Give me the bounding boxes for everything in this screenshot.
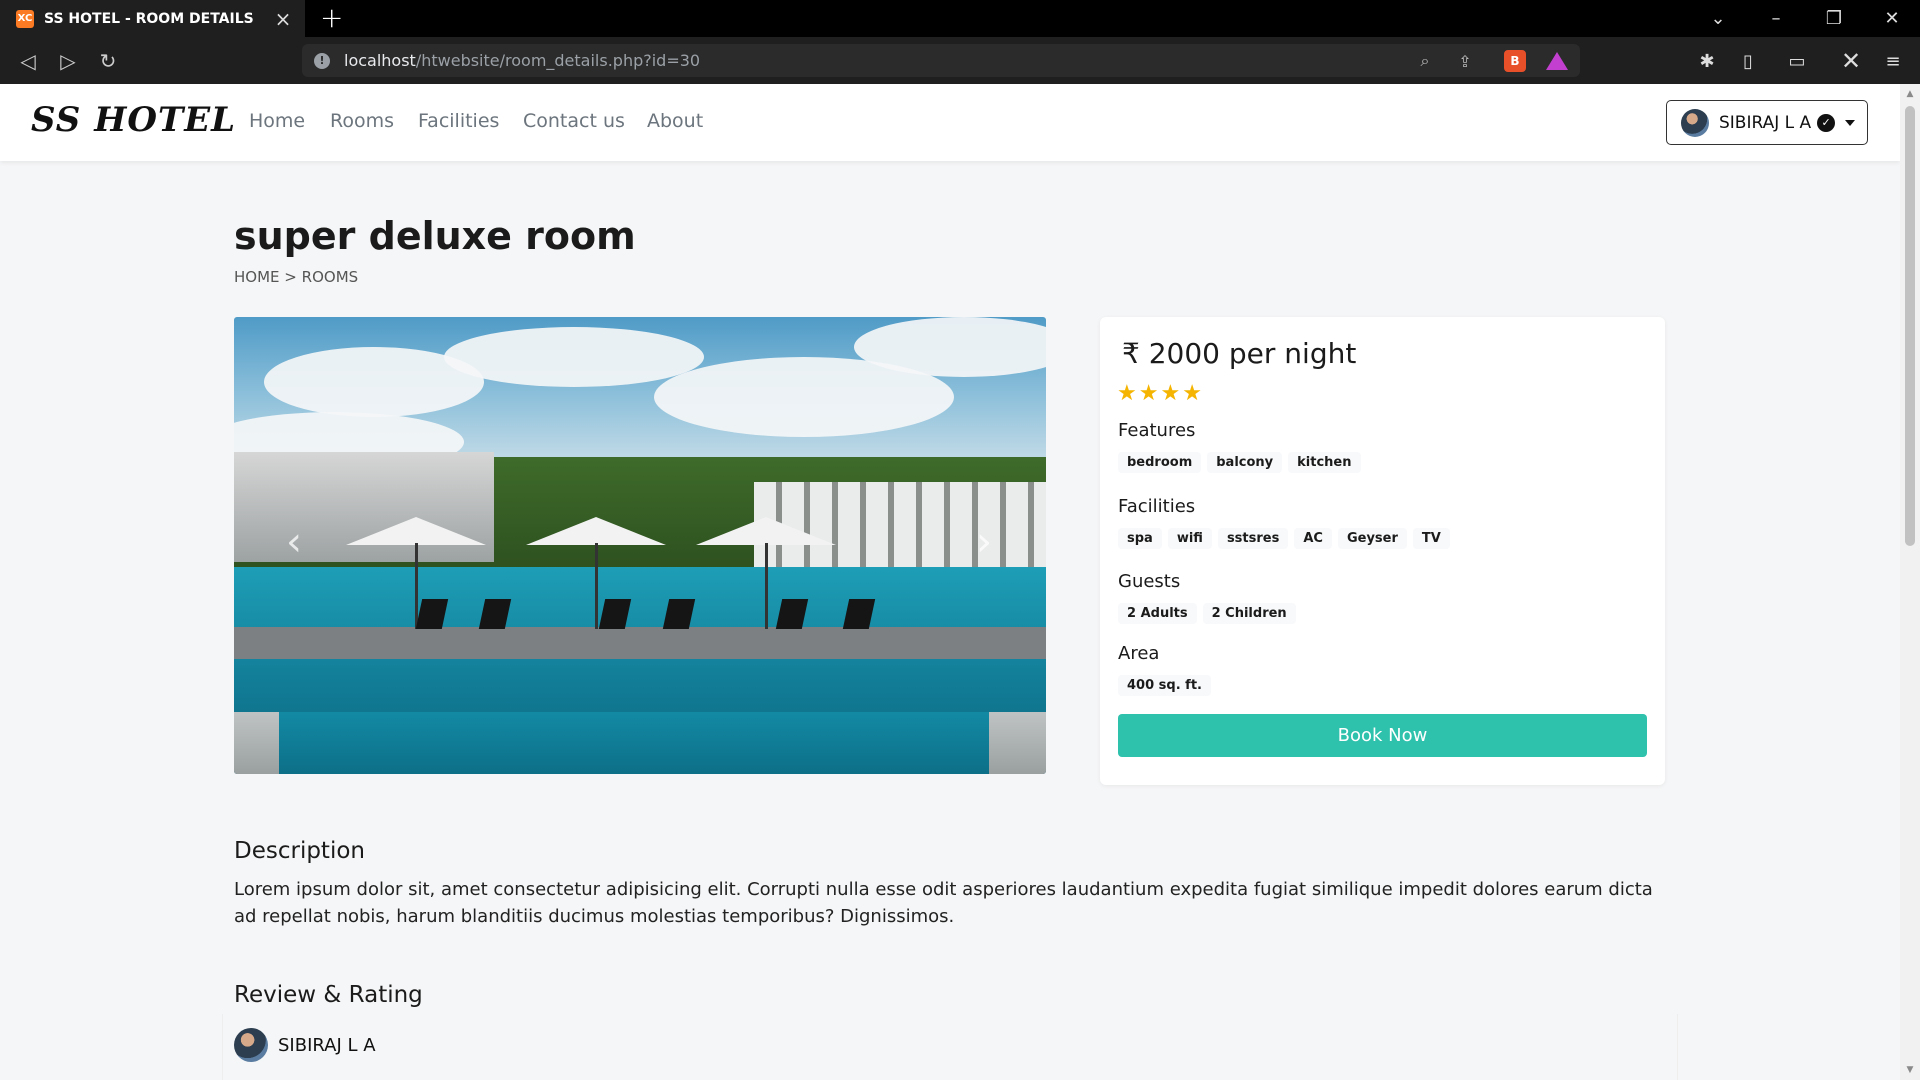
area-list: 400 sq. ft. xyxy=(1118,675,1211,696)
address-bar[interactable]: ! localhost/htwebsite/room_details.php?i… xyxy=(302,44,1580,77)
rating-stars: ★★★★ xyxy=(1117,381,1204,406)
feature-badge: kitchen xyxy=(1288,452,1361,473)
umbrella-shape xyxy=(696,517,836,545)
feature-badge: balcony xyxy=(1207,452,1283,473)
url-text[interactable]: localhost/htwebsite/room_details.php?id=… xyxy=(344,51,700,70)
rupee-icon: ₹ xyxy=(1122,337,1140,370)
custom-extension-icon[interactable]: ✕ xyxy=(1838,47,1864,75)
tab-search-icon[interactable]: ⌄ xyxy=(1690,0,1746,37)
facility-badge: spa xyxy=(1118,528,1162,549)
reload-icon[interactable]: ↻ xyxy=(94,47,122,75)
sidebar-icon[interactable]: ▯ xyxy=(1735,48,1761,74)
nav-facilities[interactable]: Facilities xyxy=(418,110,499,132)
restore-icon[interactable]: ❐ xyxy=(1806,0,1862,37)
forward-icon[interactable]: ▷ xyxy=(54,47,82,75)
area-badge: 400 sq. ft. xyxy=(1118,675,1211,696)
avatar xyxy=(1681,108,1709,137)
facility-badge: TV xyxy=(1412,528,1450,549)
star-icon: ★ xyxy=(1138,381,1161,406)
umbrella-shape xyxy=(346,517,486,545)
room-price: ₹ 2000 per night xyxy=(1122,337,1356,370)
guests-list: 2 Adults 2 Children xyxy=(1118,603,1296,624)
xampp-favicon-icon: XC xyxy=(16,9,34,28)
description-title: Description xyxy=(234,838,365,864)
breadcrumb: HOME > ROOMS xyxy=(234,268,358,286)
reviewer-name: SIBIRAJ L A xyxy=(278,1034,376,1056)
umbrella-shape xyxy=(526,517,666,545)
brave-shield-icon[interactable]: B xyxy=(1504,50,1526,72)
scroll-down-icon[interactable]: ▼ xyxy=(1904,1064,1916,1076)
info-icon[interactable]: ! xyxy=(314,53,330,69)
chevron-down-icon xyxy=(1845,119,1856,126)
brave-rewards-icon[interactable] xyxy=(1546,52,1568,70)
share-icon[interactable]: ⇪ xyxy=(1454,50,1476,72)
page-title: super deluxe room xyxy=(234,214,636,258)
user-dropdown-button[interactable]: SIBIRAJ L A ✓ xyxy=(1666,100,1868,145)
browser-tab-strip: XC SS HOTEL - ROOM DETAILS × + ⌄ – ❐ ✕ xyxy=(0,0,1920,37)
description-text: Lorem ipsum dolor sit, amet consectetur … xyxy=(234,879,1653,927)
carousel-next-icon[interactable]: › xyxy=(964,517,1004,567)
guest-badge: 2 Adults xyxy=(1118,603,1197,624)
review-card xyxy=(222,1014,1678,1080)
extensions-icon[interactable]: ✱ xyxy=(1694,48,1720,74)
room-info-card: ₹ 2000 per night ★★★★ Features bedroom b… xyxy=(1100,317,1665,785)
building-shape xyxy=(234,452,494,562)
site-navbar: SS HOTEL Home Rooms Facilities Contact u… xyxy=(0,84,1900,161)
umbrella-pole xyxy=(595,543,598,629)
features-label: Features xyxy=(1118,420,1196,441)
price-text: 2000 per night xyxy=(1148,337,1357,370)
site-brand[interactable]: SS HOTEL xyxy=(31,100,236,140)
deck-shape xyxy=(234,627,1046,659)
tab-title: SS HOTEL - ROOM DETAILS xyxy=(44,10,254,27)
verified-icon: ✓ xyxy=(1817,113,1836,132)
nav-contact[interactable]: Contact us xyxy=(523,110,625,132)
wallet-icon[interactable]: ▭ xyxy=(1784,48,1810,74)
user-name: SIBIRAJ L A xyxy=(1719,112,1812,133)
feature-badge: bedroom xyxy=(1118,452,1202,473)
facility-badge: Geyser xyxy=(1337,528,1407,549)
url-host: localhost xyxy=(344,51,416,70)
umbrella-pole xyxy=(765,543,768,629)
room-image-carousel[interactable]: ‹ › xyxy=(234,317,1046,774)
facilities-label: Facilities xyxy=(1118,496,1196,517)
page-viewport: SS HOTEL Home Rooms Facilities Contact u… xyxy=(0,84,1900,1080)
breadcrumb-rooms[interactable]: ROOMS xyxy=(302,268,359,286)
reviewer: SIBIRAJ L A xyxy=(234,1028,376,1062)
review-title: Review & Rating xyxy=(234,982,423,1008)
nav-rooms[interactable]: Rooms xyxy=(330,110,394,132)
back-icon[interactable]: ◁ xyxy=(14,47,42,75)
star-icon: ★ xyxy=(1160,381,1183,406)
nav-home[interactable]: Home xyxy=(249,110,305,132)
book-now-button[interactable]: Book Now xyxy=(1118,714,1647,757)
nav-about[interactable]: About xyxy=(647,110,703,132)
guests-label: Guests xyxy=(1118,571,1181,592)
close-window-icon[interactable]: ✕ xyxy=(1864,0,1920,37)
new-tab-icon[interactable]: + xyxy=(320,3,343,33)
minimize-icon[interactable]: – xyxy=(1748,0,1804,37)
area-label: Area xyxy=(1118,643,1160,664)
star-icon: ★ xyxy=(1182,381,1204,406)
pool-shape xyxy=(279,712,989,774)
page-scrollbar[interactable]: ▲ ▼ xyxy=(1900,84,1920,1080)
menu-icon[interactable]: ≡ xyxy=(1880,48,1906,74)
browser-tab[interactable]: XC SS HOTEL - ROOM DETAILS × xyxy=(0,0,305,37)
cloud-shape xyxy=(444,327,704,387)
avatar xyxy=(234,1028,268,1062)
url-path: /htwebsite/room_details.php?id=30 xyxy=(415,51,701,70)
carousel-prev-icon[interactable]: ‹ xyxy=(274,517,314,567)
facility-badge: sstsres xyxy=(1217,528,1289,549)
facility-badge: AC xyxy=(1294,528,1332,549)
facility-badge: wifi xyxy=(1167,528,1212,549)
scroll-thumb[interactable] xyxy=(1905,106,1915,546)
features-list: bedroom balcony kitchen xyxy=(1118,452,1361,473)
facilities-list: spa wifi sstsres AC Geyser TV xyxy=(1118,528,1450,549)
browser-toolbar: ◁ ▷ ↻ ! localhost/htwebsite/room_details… xyxy=(0,37,1920,84)
guest-badge: 2 Children xyxy=(1202,603,1296,624)
breadcrumb-separator: > xyxy=(284,268,297,286)
star-icon: ★ xyxy=(1117,381,1139,406)
scroll-up-icon[interactable]: ▲ xyxy=(1904,88,1916,100)
tab-close-icon[interactable]: × xyxy=(273,9,293,29)
breadcrumb-home[interactable]: HOME xyxy=(234,268,280,286)
zoom-icon[interactable]: ⌕ xyxy=(1414,50,1436,72)
